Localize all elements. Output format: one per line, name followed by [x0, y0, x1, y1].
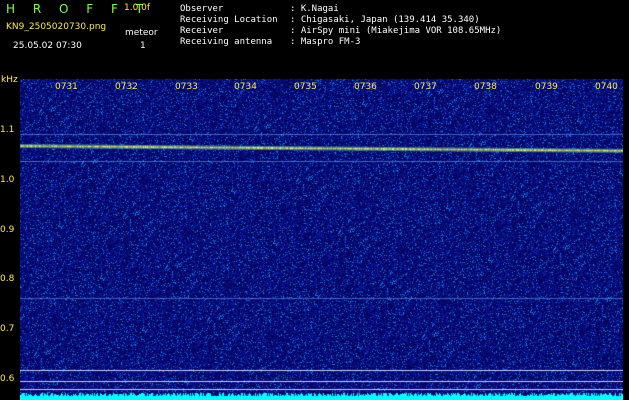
x-tick: 0733	[175, 82, 198, 92]
x-tick: 0739	[535, 82, 558, 92]
spectrogram-plot	[20, 79, 623, 400]
y-tick: 0.9	[0, 225, 15, 235]
meteor-count: 1	[140, 41, 146, 51]
info-value-antenna: : Maspro FM-3	[290, 37, 361, 47]
x-tick: 0737	[414, 82, 437, 92]
capture-datetime: 25.05.02 07:30	[13, 41, 82, 51]
x-tick: 0736	[354, 82, 377, 92]
x-tick: 0731	[55, 82, 78, 92]
info-label-location: Receiving Location	[180, 15, 278, 25]
y-tick: 0.8	[0, 274, 15, 284]
info-label-observer: Observer	[180, 4, 224, 14]
app-version: 1.0.0f	[124, 3, 151, 13]
info-label-receiver: Receiver	[180, 26, 224, 36]
y-tick: 0.7	[0, 324, 15, 334]
x-tick: 0740	[595, 82, 618, 92]
y-tick: 1.1	[0, 125, 15, 135]
y-tick: 1.0	[0, 175, 15, 185]
y-axis-unit: kHz	[1, 75, 18, 85]
x-tick: 0732	[115, 82, 138, 92]
file-name: KN9_2505020730.png	[6, 22, 107, 32]
info-value-receiver: : AirSpy mini (Miakejima VOR 108.65MHz)	[290, 26, 502, 36]
x-tick: 0735	[294, 82, 317, 92]
info-value-observer: : K.Nagai	[290, 4, 339, 14]
info-value-location: : Chigasaki, Japan (139.414 35.340)	[290, 15, 480, 25]
x-tick: 0734	[234, 82, 257, 92]
x-tick: 0738	[474, 82, 497, 92]
y-tick: 0.6	[0, 374, 15, 384]
meteor-label: meteor	[125, 28, 158, 38]
info-label-antenna: Receiving antenna	[180, 37, 273, 47]
